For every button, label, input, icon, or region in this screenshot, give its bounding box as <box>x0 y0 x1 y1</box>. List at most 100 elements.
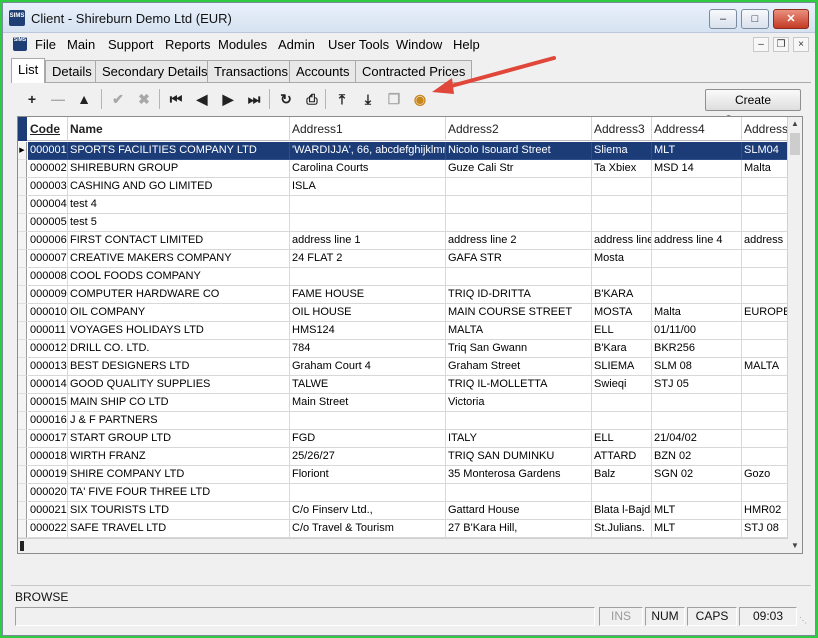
table-cell[interactable]: OIL HOUSE <box>290 304 446 322</box>
mdi-minimize-button[interactable]: – <box>753 37 769 52</box>
table-cell[interactable] <box>652 484 742 502</box>
menu-admin[interactable]: Admin <box>278 37 315 52</box>
table-cell[interactable] <box>652 286 742 304</box>
row-selector[interactable] <box>18 376 27 394</box>
table-cell[interactable]: B'KARA <box>592 286 652 304</box>
table-cell[interactable] <box>290 412 446 430</box>
table-cell[interactable] <box>652 214 742 232</box>
table-cell[interactable]: START GROUP LTD <box>68 430 290 448</box>
table-cell[interactable]: TRIQ SAN DUMINKU <box>446 448 592 466</box>
create-customers-button[interactable]: Create Customers <box>705 89 801 127</box>
table-cell[interactable]: COOL FOODS COMPANY <box>68 268 290 286</box>
sort-descending-icon[interactable]: ⤓ <box>357 88 379 110</box>
table-row[interactable]: 000021 SIX TOURISTS LTD C/o Finserv Ltd., G… <box>18 502 802 520</box>
table-cell[interactable]: SPORTS FACILITIES COMPANY LTD <box>68 142 290 160</box>
cancel-icon[interactable]: ✖ <box>133 88 155 110</box>
table-cell[interactable]: Blata l-Bajda <box>592 502 652 520</box>
tab-secondary-details[interactable]: Secondary Details <box>95 60 215 82</box>
column-header-code[interactable]: Code <box>28 117 68 141</box>
table-cell[interactable]: 000009 <box>28 286 68 304</box>
table-cell[interactable] <box>652 250 742 268</box>
table-cell[interactable]: address line 2 <box>446 232 592 250</box>
table-cell[interactable]: MSD 14 <box>652 160 742 178</box>
table-cell[interactable]: FIRST CONTACT LIMITED <box>68 232 290 250</box>
table-cell[interactable]: 000016 <box>28 412 68 430</box>
table-cell[interactable]: test 4 <box>68 196 290 214</box>
last-record-icon[interactable]: ⏭ <box>243 88 265 110</box>
table-cell[interactable] <box>592 484 652 502</box>
current-row-indicator-icon[interactable]: ▶ <box>18 142 27 160</box>
menu-user-tools[interactable]: User Tools <box>328 37 389 52</box>
table-cell[interactable]: SHIRE COMPANY LTD <box>68 466 290 484</box>
row-selector[interactable] <box>18 304 27 322</box>
table-cell[interactable]: Gattard House <box>446 502 592 520</box>
table-cell[interactable]: C/o Finserv Ltd., <box>290 502 446 520</box>
column-header-name[interactable]: Name <box>68 117 290 141</box>
tab-details[interactable]: Details <box>45 60 99 82</box>
table-row[interactable]: ▶ 000001 SPORTS FACILITIES COMPANY LTD 'WAR… <box>18 142 802 160</box>
row-selector[interactable] <box>18 178 27 196</box>
table-cell[interactable]: OIL COMPANY <box>68 304 290 322</box>
print-icon[interactable]: ⎙ <box>301 88 323 110</box>
table-cell[interactable]: BZN 02 <box>652 448 742 466</box>
table-cell[interactable] <box>652 196 742 214</box>
table-cell[interactable] <box>446 412 592 430</box>
table-cell[interactable]: CREATIVE MAKERS COMPANY <box>68 250 290 268</box>
row-selector[interactable] <box>18 430 27 448</box>
table-cell[interactable]: SHIREBURN GROUP <box>68 160 290 178</box>
table-cell[interactable] <box>290 196 446 214</box>
table-row[interactable]: 000010 OIL COMPANY OIL HOUSE MAIN COURSE ST… <box>18 304 802 322</box>
table-cell[interactable]: address line 4 <box>652 232 742 250</box>
table-cell[interactable]: C/o Travel & Tourism <box>290 520 446 538</box>
table-row[interactable]: 000020 TA' FIVE FOUR THREE LTD <box>18 484 802 502</box>
table-cell[interactable] <box>592 412 652 430</box>
table-cell[interactable]: Graham Street <box>446 358 592 376</box>
table-row[interactable]: 000022 SAFE TRAVEL LTD C/o Travel & Touris… <box>18 520 802 538</box>
table-cell[interactable]: TRIQ IL-MOLLETTA <box>446 376 592 394</box>
table-cell[interactable]: 000019 <box>28 466 68 484</box>
row-selector[interactable] <box>18 340 27 358</box>
menu-modules[interactable]: Modules <box>218 37 267 52</box>
table-row[interactable]: 000016 J & F PARTNERS <box>18 412 802 430</box>
tab-transactions[interactable]: Transactions <box>207 60 295 82</box>
table-row[interactable]: 000011 VOYAGES HOLIDAYS LTD HMS124 MALTA ELL… <box>18 322 802 340</box>
table-cell[interactable]: 000021 <box>28 502 68 520</box>
table-cell[interactable]: MALTA <box>446 322 592 340</box>
row-selector[interactable] <box>18 466 27 484</box>
column-header-address1[interactable]: Address1 <box>290 117 446 141</box>
refresh-icon[interactable]: ↻ <box>275 88 297 110</box>
table-cell[interactable] <box>592 178 652 196</box>
table-row[interactable]: 000007 CREATIVE MAKERS COMPANY 24 FLAT 2 GA… <box>18 250 802 268</box>
sort-ascending-icon[interactable]: ⤒ <box>331 88 353 110</box>
column-header-address4[interactable]: Address4 <box>652 117 742 141</box>
row-selector[interactable] <box>18 196 27 214</box>
table-cell[interactable]: 35 Monterosa Gardens <box>446 466 592 484</box>
table-cell[interactable]: 000003 <box>28 178 68 196</box>
table-cell[interactable]: 21/04/02 <box>652 430 742 448</box>
table-cell[interactable]: J & F PARTNERS <box>68 412 290 430</box>
table-cell[interactable]: 000006 <box>28 232 68 250</box>
table-cell[interactable]: MLT <box>652 502 742 520</box>
app-menu-icon[interactable]: SIMS <box>13 37 27 51</box>
table-cell[interactable]: Malta <box>652 304 742 322</box>
table-cell[interactable]: 000008 <box>28 268 68 286</box>
table-cell[interactable] <box>592 196 652 214</box>
table-cell[interactable]: COMPUTER HARDWARE CO <box>68 286 290 304</box>
table-cell[interactable] <box>652 268 742 286</box>
table-cell[interactable]: GAFA STR <box>446 250 592 268</box>
table-cell[interactable]: ITALY <box>446 430 592 448</box>
horizontal-scrollbar[interactable] <box>18 538 788 553</box>
close-button[interactable]: ✕ <box>773 9 809 29</box>
table-cell[interactable]: VOYAGES HOLIDAYS LTD <box>68 322 290 340</box>
table-row[interactable]: 000004 test 4 <box>18 196 802 214</box>
tab-list[interactable]: List <box>11 58 46 83</box>
menu-main[interactable]: Main <box>67 37 95 52</box>
sdi-icon[interactable]: ◉ <box>409 88 431 110</box>
table-cell[interactable]: 000017 <box>28 430 68 448</box>
table-cell[interactable]: MLT <box>652 142 742 160</box>
table-cell[interactable]: test 5 <box>68 214 290 232</box>
table-cell[interactable]: 000020 <box>28 484 68 502</box>
minimize-button[interactable]: – <box>709 9 737 29</box>
up-icon[interactable]: ▲ <box>73 88 95 110</box>
table-row[interactable]: 000019 SHIRE COMPANY LTD Floriont 35 Monter… <box>18 466 802 484</box>
